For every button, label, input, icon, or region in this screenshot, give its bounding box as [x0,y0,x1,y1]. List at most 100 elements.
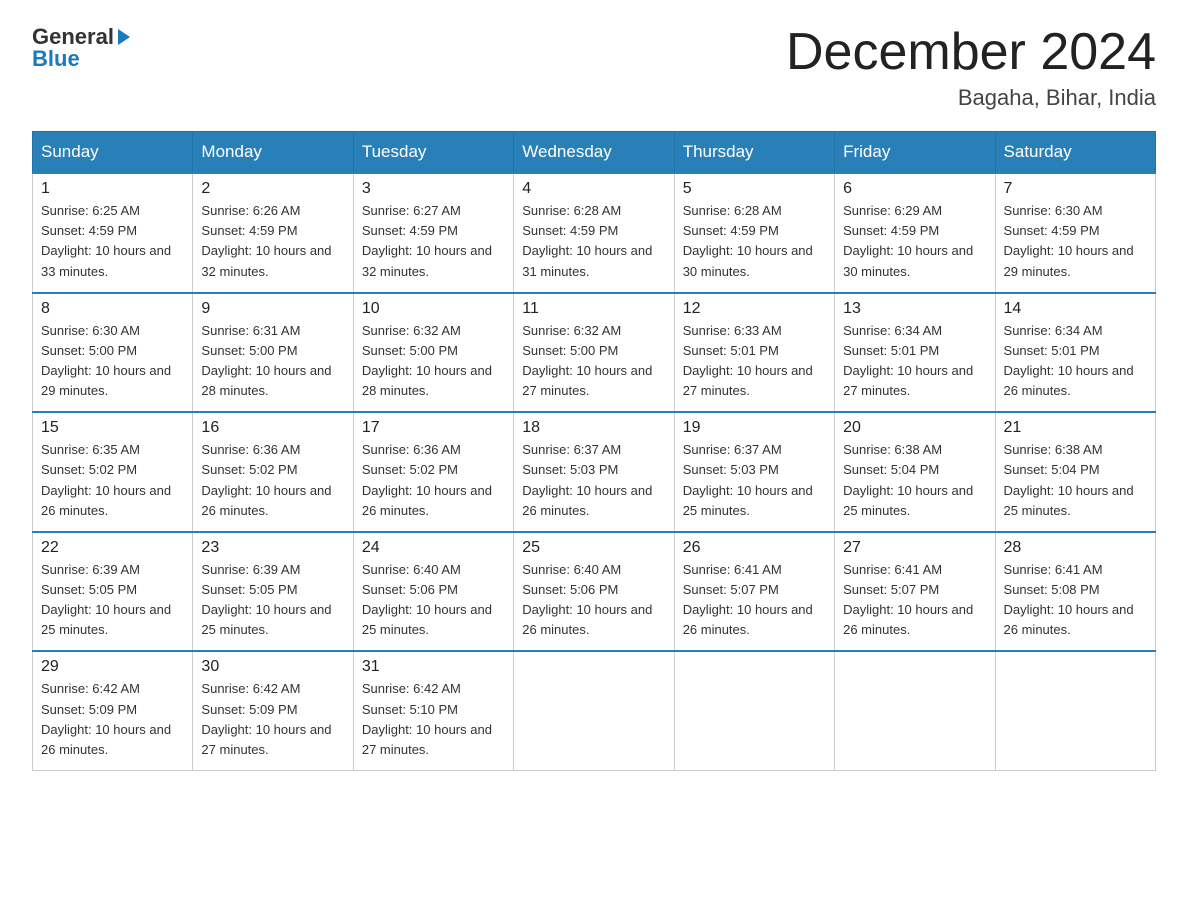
day-info: Sunrise: 6:41 AMSunset: 5:08 PMDaylight:… [1004,560,1147,641]
calendar-cell: 26Sunrise: 6:41 AMSunset: 5:07 PMDayligh… [674,532,834,652]
calendar-cell: 3 Sunrise: 6:27 AMSunset: 4:59 PMDaylight… [353,173,513,293]
day-info: Sunrise: 6:40 AMSunset: 5:06 PMDaylight:… [362,560,505,641]
day-info: Sunrise: 6:42 AMSunset: 5:09 PMDaylight:… [201,679,344,760]
day-info: Sunrise: 6:39 AMSunset: 5:05 PMDaylight:… [201,560,344,641]
calendar-cell: 22 Sunrise: 6:39 AMSunset: 5:05 PMDayligh… [33,532,193,652]
day-number: 27 [843,539,986,557]
calendar-cell: 11 Sunrise: 6:32 AMSunset: 5:00 PMDayligh… [514,293,674,413]
day-info: Sunrise: 6:28 AMSunset: 4:59 PMDaylight:… [522,201,665,282]
page-header: General Blue December 2024 Bagaha, Bihar… [32,24,1156,111]
day-number: 3 [362,180,505,198]
calendar-cell: 1 Sunrise: 6:25 AMSunset: 4:59 PMDaylight… [33,173,193,293]
calendar-cell: 25 Sunrise: 6:40 AMSunset: 5:06 PMDayligh… [514,532,674,652]
day-info: Sunrise: 6:38 AMSunset: 5:04 PMDaylight:… [843,440,986,521]
day-number: 18 [522,419,665,437]
day-info: Sunrise: 6:42 AMSunset: 5:09 PMDaylight:… [41,679,184,760]
calendar-cell: 17 Sunrise: 6:36 AMSunset: 5:02 PMDayligh… [353,412,513,532]
day-number: 28 [1004,539,1147,557]
calendar-cell [995,651,1155,770]
day-info: Sunrise: 6:41 AMSunset: 5:07 PMDaylight:… [843,560,986,641]
calendar-cell [835,651,995,770]
day-info: Sunrise: 6:25 AMSunset: 4:59 PMDaylight:… [41,201,184,282]
calendar-cell: 2 Sunrise: 6:26 AMSunset: 4:59 PMDaylight… [193,173,353,293]
day-number: 12 [683,300,826,318]
calendar-cell: 6Sunrise: 6:29 AMSunset: 4:59 PMDaylight… [835,173,995,293]
day-number: 26 [683,539,826,557]
calendar-cell: 19 Sunrise: 6:37 AMSunset: 5:03 PMDayligh… [674,412,834,532]
calendar-cell: 10 Sunrise: 6:32 AMSunset: 5:00 PMDayligh… [353,293,513,413]
day-number: 24 [362,539,505,557]
day-number: 20 [843,419,986,437]
col-header-wednesday: Wednesday [514,132,674,174]
day-number: 10 [362,300,505,318]
day-number: 25 [522,539,665,557]
col-header-saturday: Saturday [995,132,1155,174]
day-number: 14 [1004,300,1147,318]
logo: General Blue [32,24,130,72]
col-header-sunday: Sunday [33,132,193,174]
day-info: Sunrise: 6:27 AMSunset: 4:59 PMDaylight:… [362,201,505,282]
calendar-cell: 12 Sunrise: 6:33 AMSunset: 5:01 PMDayligh… [674,293,834,413]
day-info: Sunrise: 6:38 AMSunset: 5:04 PMDaylight:… [1004,440,1147,521]
col-header-monday: Monday [193,132,353,174]
calendar-cell: 24 Sunrise: 6:40 AMSunset: 5:06 PMDayligh… [353,532,513,652]
col-header-thursday: Thursday [674,132,834,174]
day-number: 23 [201,539,344,557]
day-info: Sunrise: 6:30 AMSunset: 4:59 PMDaylight:… [1004,201,1147,282]
day-info: Sunrise: 6:34 AMSunset: 5:01 PMDaylight:… [843,321,986,402]
day-info: Sunrise: 6:28 AMSunset: 4:59 PMDaylight:… [683,201,826,282]
logo-arrow-icon [118,29,130,45]
calendar-cell: 18Sunrise: 6:37 AMSunset: 5:03 PMDayligh… [514,412,674,532]
day-info: Sunrise: 6:37 AMSunset: 5:03 PMDaylight:… [683,440,826,521]
day-info: Sunrise: 6:40 AMSunset: 5:06 PMDaylight:… [522,560,665,641]
logo-blue: Blue [32,46,80,72]
calendar-table: SundayMondayTuesdayWednesdayThursdayFrid… [32,131,1156,771]
day-number: 16 [201,419,344,437]
day-number: 8 [41,300,184,318]
day-info: Sunrise: 6:33 AMSunset: 5:01 PMDaylight:… [683,321,826,402]
title-area: December 2024 Bagaha, Bihar, India [786,24,1156,111]
month-title: December 2024 [786,24,1156,81]
day-number: 17 [362,419,505,437]
calendar-cell: 27 Sunrise: 6:41 AMSunset: 5:07 PMDayligh… [835,532,995,652]
day-info: Sunrise: 6:26 AMSunset: 4:59 PMDaylight:… [201,201,344,282]
calendar-cell: 5 Sunrise: 6:28 AMSunset: 4:59 PMDaylight… [674,173,834,293]
day-number: 7 [1004,180,1147,198]
day-number: 22 [41,539,184,557]
day-number: 6 [843,180,986,198]
day-number: 11 [522,300,665,318]
day-number: 9 [201,300,344,318]
day-number: 30 [201,658,344,676]
day-number: 29 [41,658,184,676]
calendar-cell [514,651,674,770]
calendar-cell: 13 Sunrise: 6:34 AMSunset: 5:01 PMDayligh… [835,293,995,413]
day-info: Sunrise: 6:36 AMSunset: 5:02 PMDaylight:… [362,440,505,521]
day-number: 31 [362,658,505,676]
day-info: Sunrise: 6:32 AMSunset: 5:00 PMDaylight:… [522,321,665,402]
day-info: Sunrise: 6:35 AMSunset: 5:02 PMDaylight:… [41,440,184,521]
calendar-cell: 30 Sunrise: 6:42 AMSunset: 5:09 PMDayligh… [193,651,353,770]
calendar-cell: 14Sunrise: 6:34 AMSunset: 5:01 PMDayligh… [995,293,1155,413]
calendar-cell: 23 Sunrise: 6:39 AMSunset: 5:05 PMDayligh… [193,532,353,652]
calendar-cell: 20 Sunrise: 6:38 AMSunset: 5:04 PMDayligh… [835,412,995,532]
location: Bagaha, Bihar, India [786,85,1156,111]
col-header-friday: Friday [835,132,995,174]
day-number: 5 [683,180,826,198]
day-number: 15 [41,419,184,437]
calendar-cell: 31 Sunrise: 6:42 AMSunset: 5:10 PMDayligh… [353,651,513,770]
calendar-cell: 29 Sunrise: 6:42 AMSunset: 5:09 PMDayligh… [33,651,193,770]
day-number: 21 [1004,419,1147,437]
day-info: Sunrise: 6:32 AMSunset: 5:00 PMDaylight:… [362,321,505,402]
day-number: 1 [41,180,184,198]
day-number: 4 [522,180,665,198]
day-number: 19 [683,419,826,437]
day-number: 2 [201,180,344,198]
calendar-cell: 4 Sunrise: 6:28 AMSunset: 4:59 PMDaylight… [514,173,674,293]
calendar-cell: 28 Sunrise: 6:41 AMSunset: 5:08 PMDayligh… [995,532,1155,652]
day-info: Sunrise: 6:39 AMSunset: 5:05 PMDaylight:… [41,560,184,641]
calendar-cell: 16Sunrise: 6:36 AMSunset: 5:02 PMDayligh… [193,412,353,532]
day-info: Sunrise: 6:42 AMSunset: 5:10 PMDaylight:… [362,679,505,760]
day-number: 13 [843,300,986,318]
calendar-cell: 21 Sunrise: 6:38 AMSunset: 5:04 PMDayligh… [995,412,1155,532]
calendar-cell: 8Sunrise: 6:30 AMSunset: 5:00 PMDaylight… [33,293,193,413]
